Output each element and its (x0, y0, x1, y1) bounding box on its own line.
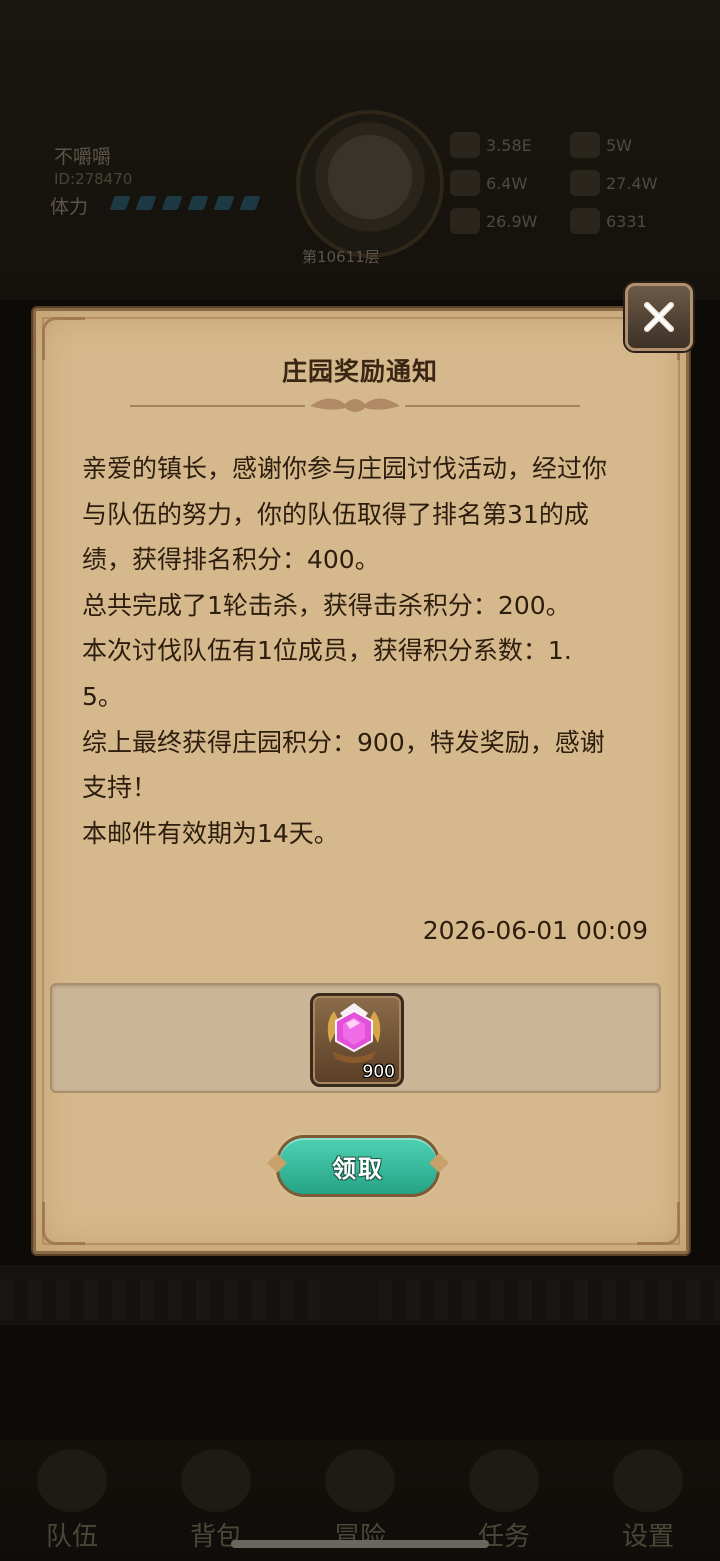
corner-ornament (42, 1202, 85, 1245)
quest-icon (469, 1449, 539, 1512)
mail-date: 2026-06-01 00:09 (422, 916, 648, 945)
bag-icon (181, 1449, 251, 1512)
player-name: 不嚼嚼 (54, 146, 112, 168)
resource-5: 26.9W (450, 208, 570, 234)
resource-gem: 6331 (570, 208, 690, 234)
background-pattern-left (0, 1280, 320, 1320)
close-button[interactable] (625, 283, 693, 351)
team-icon (37, 1449, 107, 1512)
ticket-icon (570, 132, 600, 158)
resource-3: 6.4W (450, 170, 570, 196)
nav-team[interactable]: 队伍 (17, 1449, 127, 1561)
level-text: 第10611层 (302, 248, 380, 266)
title-divider (130, 398, 580, 412)
reward-count: 900 (362, 1062, 395, 1082)
claim-button[interactable]: 领取 (276, 1135, 440, 1197)
resource-grid: 3.58E 5W 6.4W 27.4W 26.9W 6331 (450, 126, 690, 246)
dialog-title: 庄园奖励通知 (281, 357, 438, 386)
close-icon (644, 302, 674, 332)
ore-icon (450, 170, 480, 196)
mail-body: 亲爱的镇长，感谢你参与庄园讨伐活动，经过你与队伍的努力，你的队伍取得了排名第31… (82, 454, 608, 848)
resource-gold: 3.58E (450, 132, 570, 158)
swords-icon (325, 1449, 395, 1512)
avatar (296, 110, 444, 258)
stamina-pips (109, 196, 261, 210)
player-id: ID:278470 (54, 170, 133, 188)
chest-icon (450, 208, 480, 234)
resource-4: 27.4W (570, 170, 690, 196)
corner-ornament (637, 1202, 680, 1245)
nav-settings[interactable]: 设置 (593, 1449, 703, 1561)
background-pattern-right (378, 1280, 720, 1320)
stamina-label: 体力 (50, 196, 89, 218)
crate-icon (570, 170, 600, 196)
gold-coin-icon (450, 132, 480, 158)
resource-ticket: 5W (570, 132, 690, 158)
reward-item[interactable]: 900 (310, 993, 404, 1087)
home-indicator (231, 1540, 489, 1548)
blue-gem-icon (570, 208, 600, 234)
gear-icon (613, 1449, 683, 1512)
claim-button-label: 领取 (332, 1154, 384, 1183)
